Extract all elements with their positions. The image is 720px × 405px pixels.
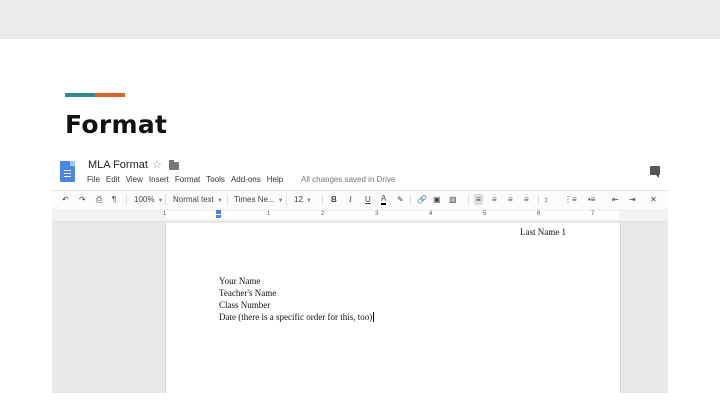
title-accent-teal [65,93,95,97]
chevron-down-icon: ▼ [216,198,223,204]
font-size-value: 12 [294,195,303,204]
numbered-list-icon[interactable]: ⋮≡ [564,194,577,205]
text-cursor [373,312,375,322]
font-size-select[interactable]: 12 ▼ [294,194,312,207]
left-indent-marker[interactable] [216,215,221,218]
ruler-number: 1 [163,211,167,217]
line-spacing-icon[interactable]: ↕ [544,194,548,205]
zoom-select[interactable]: 100% ▼ [134,194,163,207]
ruler-number: 6 [537,211,541,217]
docs-logo-icon[interactable] [60,161,75,182]
document-canvas: Last Name 1 Your Name Teacher's Name Cla… [52,222,668,393]
line-your-name[interactable]: Your Name [219,276,260,286]
menu-file[interactable]: File [87,175,100,184]
italic-icon[interactable]: I [349,194,352,205]
redo-icon[interactable]: ↷ [79,194,86,205]
line-teacher-name[interactable]: Teacher's Name [219,288,276,298]
justify-icon[interactable]: ≡ [524,194,529,205]
chevron-down-icon: ▼ [277,198,284,204]
clear-formatting-icon[interactable]: ✕ [650,194,657,205]
slide-title: Format [65,110,168,139]
text-color-icon[interactable]: A [381,194,387,205]
title-accent-orange [95,93,125,97]
bold-icon[interactable]: B [331,194,337,205]
comment-icon[interactable] [650,166,660,178]
star-icon[interactable]: ☆ [152,158,162,171]
line-class-number[interactable]: Class Number [219,300,270,310]
save-status[interactable]: All changes saved in Drive [301,175,395,184]
ruler[interactable]: 1 1 2 3 4 5 6 7 [52,209,668,222]
menu-insert[interactable]: Insert [149,175,169,184]
ruler-number: 5 [483,211,487,217]
menu-view[interactable]: View [126,175,143,184]
line-date[interactable]: Date (there is a specific order for this… [219,312,375,322]
menu-addons[interactable]: Add-ons [231,175,261,184]
ruler-number: 3 [375,211,379,217]
undo-icon[interactable]: ↶ [62,194,69,205]
decrease-indent-icon[interactable]: ⇤ [612,194,619,205]
bulleted-list-icon[interactable]: •≡ [588,194,595,205]
menu-format[interactable]: Format [175,175,200,184]
document-page[interactable]: Last Name 1 Your Name Teacher's Name Cla… [165,223,621,393]
zoom-value: 100% [134,195,155,204]
align-right-icon[interactable]: ≡ [508,194,513,205]
slide-top-bar [0,0,720,39]
print-icon[interactable]: ⎙ [96,194,102,205]
font-value: Times Ne... [234,195,275,204]
insert-comment-icon[interactable]: ▣ [433,194,441,205]
toolbar: ↶ ↷ ⎙ ¶ 100% ▼ Normal text ▼ Times Ne... ▼ … [52,190,668,210]
menu-tools[interactable]: Tools [206,175,225,184]
insert-image-icon[interactable]: ▨ [449,194,457,205]
highlight-icon[interactable]: ✎ [397,194,404,205]
page-header[interactable]: Last Name 1 [520,227,566,237]
align-center-icon[interactable]: ≡ [492,194,497,205]
underline-icon[interactable]: U [365,194,371,205]
first-line-indent-marker[interactable] [216,210,221,214]
ruler-number: 4 [429,211,433,217]
ruler-page-area [165,211,619,219]
font-select[interactable]: Times Ne... ▼ [234,194,284,207]
chevron-down-icon: ▼ [305,198,312,204]
folder-icon[interactable] [169,160,179,170]
ruler-number: 7 [591,211,595,217]
line-date-text: Date (there is a specific order for this… [219,312,373,322]
align-left-icon[interactable]: ≡ [474,194,483,205]
menu-edit[interactable]: Edit [106,175,120,184]
link-icon[interactable]: 🔗 [417,194,427,205]
chevron-down-icon: ▼ [157,198,164,204]
style-value: Normal text [173,195,214,204]
document-title[interactable]: MLA Format [88,159,148,171]
menu-bar: File Edit View Insert Format Tools Add-o… [87,175,289,184]
paint-format-icon[interactable]: ¶ [112,194,116,205]
ruler-number: 1 [267,211,271,217]
ruler-number: 2 [321,211,325,217]
increase-indent-icon[interactable]: ⇥ [629,194,636,205]
style-select[interactable]: Normal text ▼ [173,194,223,207]
docs-screenshot: MLA Format ☆ File Edit View Insert Forma… [52,152,668,393]
menu-help[interactable]: Help [267,175,283,184]
